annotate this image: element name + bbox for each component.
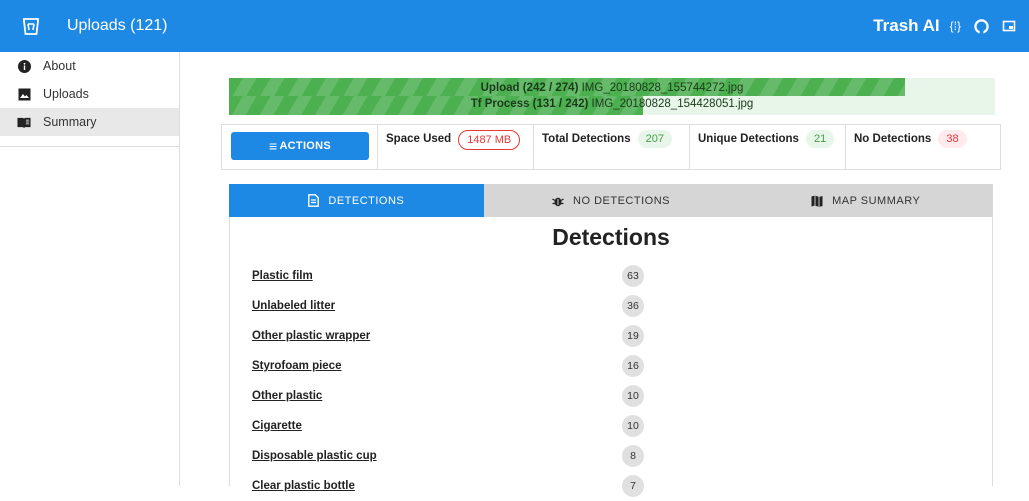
process-file: IMG_20180828_154428051.jpg — [591, 98, 754, 110]
tab-no-detections[interactable]: NO DETECTIONS — [484, 184, 739, 217]
detection-count: 10 — [622, 415, 644, 437]
list-item: Styrofoam piece 16 — [252, 351, 972, 381]
detection-count: 10 — [622, 385, 644, 407]
book-icon — [17, 115, 31, 129]
unique-detections-label: Unique Detections — [698, 133, 799, 145]
list-item: Plastic film 63 — [252, 261, 972, 291]
sidebar-item-label: Uploads — [43, 87, 89, 101]
tab-bar: DETECTIONS NO DETECTIONS MAP SUMMARY — [229, 184, 993, 217]
upload-status: Upload (242 / 274) IMG_20180828_15574427… — [229, 82, 995, 94]
space-used-label: Space Used — [386, 133, 452, 145]
process-status: Tf Process (131 / 242) IMG_20180828_1544… — [229, 98, 995, 110]
detection-count: 19 — [622, 325, 644, 347]
space-used-badge: 1487 MB — [458, 130, 521, 150]
detection-count: 63 — [622, 265, 644, 287]
detection-name[interactable]: Clear plastic bottle — [252, 480, 622, 492]
sidebar-item-label: Summary — [43, 115, 97, 129]
actions-cell: ≡ ACTIONS — [222, 125, 378, 169]
space-used-stat: Space Used 1487 MB — [378, 125, 534, 169]
brand-title[interactable]: Trash AI — [873, 16, 939, 36]
bug-icon — [552, 195, 564, 207]
list-item: Other plastic 10 — [252, 381, 972, 411]
detection-name[interactable]: Unlabeled litter — [252, 300, 622, 312]
detection-count: 7 — [622, 475, 644, 497]
export-icon[interactable] — [1002, 19, 1016, 33]
sidebar-item-about[interactable]: About — [0, 52, 179, 80]
image-icon — [17, 87, 31, 101]
stats-bar: ≡ ACTIONS Space Used 1487 MB Total Detec… — [221, 124, 1001, 170]
app-bar: Uploads (121) Trash AI {⁞} — [0, 0, 1029, 52]
list-item: Disposable plastic cup 8 — [252, 441, 972, 471]
list-item: Unlabeled litter 36 — [252, 291, 972, 321]
upload-label: Upload (242 / 274) — [480, 82, 579, 94]
detection-name[interactable]: Styrofoam piece — [252, 360, 622, 372]
detection-count: 36 — [622, 295, 644, 317]
list-item: Cigarette 10 — [252, 411, 972, 441]
tab-map-summary[interactable]: MAP SUMMARY — [738, 184, 993, 217]
tab-label: DETECTIONS — [328, 194, 405, 207]
panel-title: Detections — [552, 224, 670, 250]
detections-panel: Detections Plastic film 63 Unlabeled lit… — [229, 217, 993, 497]
upload-file: IMG_20180828_155744272.jpg — [581, 82, 744, 94]
github-icon[interactable] — [974, 18, 989, 34]
sidebar-item-summary[interactable]: Summary — [0, 108, 179, 136]
sidebar-item-uploads[interactable]: Uploads — [0, 80, 179, 108]
document-icon — [308, 194, 320, 207]
detection-name[interactable]: Disposable plastic cup — [252, 450, 622, 462]
actions-label: ACTIONS — [279, 140, 332, 152]
menu-icon: ≡ — [268, 138, 278, 154]
tab-label: MAP SUMMARY — [832, 194, 921, 207]
list-item: Clear plastic bottle 7 — [252, 471, 972, 501]
trash-icon[interactable] — [22, 17, 40, 35]
unique-detections-stat: Unique Detections 21 — [690, 125, 846, 169]
no-detections-badge: 38 — [938, 130, 967, 148]
info-icon — [17, 59, 31, 73]
detection-count: 8 — [622, 445, 644, 467]
unique-detections-badge: 21 — [805, 130, 835, 148]
detection-name[interactable]: Other plastic wrapper — [252, 330, 622, 342]
main-content: Upload (242 / 274) IMG_20180828_15574427… — [181, 52, 1029, 497]
actions-button[interactable]: ≡ ACTIONS — [231, 132, 369, 160]
json-icon[interactable]: {⁞} — [950, 19, 961, 33]
tab-detections[interactable]: DETECTIONS — [229, 184, 484, 217]
sidebar-divider — [0, 146, 180, 147]
detection-count: 16 — [622, 355, 644, 377]
total-detections-stat: Total Detections 207 — [534, 125, 690, 169]
sidebar: About Uploads Summary — [0, 52, 180, 486]
detection-name[interactable]: Cigarette — [252, 420, 622, 432]
sidebar-item-label: About — [43, 59, 76, 73]
total-detections-label: Total Detections — [542, 133, 631, 145]
process-label: Tf Process (131 / 242) — [470, 98, 589, 110]
tab-label: NO DETECTIONS — [573, 194, 670, 207]
detection-name[interactable]: Plastic film — [252, 270, 622, 282]
no-detections-label: No Detections — [854, 133, 932, 145]
app-title: Uploads (121) — [67, 17, 168, 34]
map-icon — [811, 195, 823, 207]
detection-name[interactable]: Other plastic — [252, 390, 622, 402]
no-detections-stat: No Detections 38 — [846, 125, 1000, 169]
progress-panel: Upload (242 / 274) IMG_20180828_15574427… — [229, 78, 995, 115]
list-item: Other plastic wrapper 19 — [252, 321, 972, 351]
total-detections-badge: 207 — [637, 130, 672, 148]
